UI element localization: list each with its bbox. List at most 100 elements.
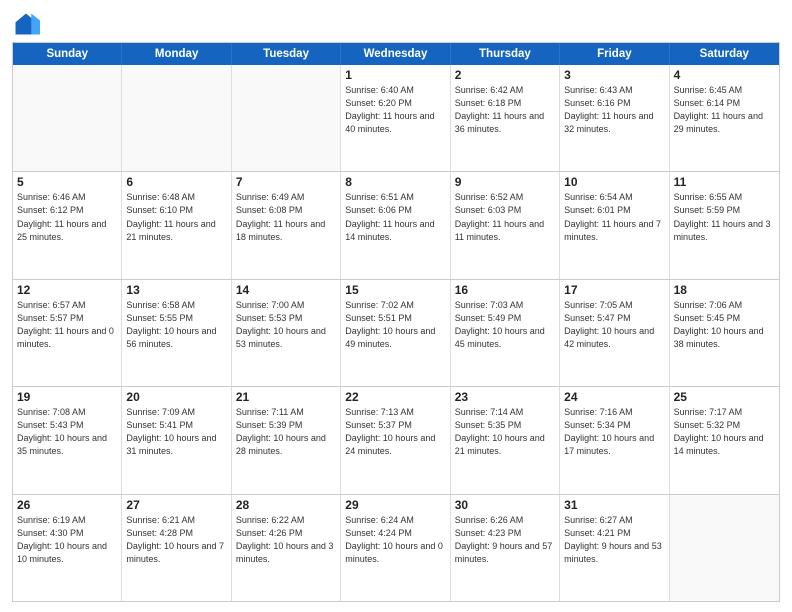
cal-week: 1 Sunrise: 6:40 AM Sunset: 6:20 PM Daylig…: [13, 65, 779, 171]
day-info: Sunrise: 6:19 AM Sunset: 4:30 PM Dayligh…: [17, 514, 117, 566]
cal-cell: 18Sunrise: 7:06 AM Sunset: 5:45 PM Dayli…: [670, 280, 779, 386]
day-number: 31: [564, 498, 664, 512]
day-number: 16: [455, 283, 555, 297]
day-info: Sunrise: 6:45 AM Sunset: 6:14 PM Dayligh…: [674, 84, 775, 136]
cal-cell: 1 Sunrise: 6:40 AM Sunset: 6:20 PM Daylig…: [341, 65, 450, 171]
cal-cell: 19 Sunrise: 7:08 AM Sunset: 5:43 PM Dayli…: [13, 387, 122, 493]
cal-cell: [122, 65, 231, 171]
calendar-header-row: SundayMondayTuesdayWednesdayThursdayFrid…: [13, 43, 779, 65]
cal-header-cell: Thursday: [451, 43, 560, 65]
cal-cell: 16 Sunrise: 7:03 AM Sunset: 5:49 PM Dayli…: [451, 280, 560, 386]
day-number: 22: [345, 390, 445, 404]
day-number: 20: [126, 390, 226, 404]
cal-cell: 25 Sunrise: 7:17 AM Sunset: 5:32 PM Dayli…: [670, 387, 779, 493]
day-info: Sunrise: 7:09 AM Sunset: 5:41 PM Dayligh…: [126, 406, 226, 458]
cal-cell: 24 Sunrise: 7:16 AM Sunset: 5:34 PM Dayli…: [560, 387, 669, 493]
cal-cell: 5Sunrise: 6:46 AM Sunset: 6:12 PM Daylig…: [13, 172, 122, 278]
cal-week: 12 Sunrise: 6:57 AM Sunset: 5:57 PM Dayli…: [13, 279, 779, 386]
cal-cell: 23 Sunrise: 7:14 AM Sunset: 5:35 PM Dayli…: [451, 387, 560, 493]
header: [12, 10, 780, 38]
day-number: 4: [674, 68, 775, 82]
cal-cell: 27 Sunrise: 6:21 AM Sunset: 4:28 PM Dayli…: [122, 495, 231, 601]
day-number: 25: [674, 390, 775, 404]
cal-week: 19 Sunrise: 7:08 AM Sunset: 5:43 PM Dayli…: [13, 386, 779, 493]
day-number: 6: [126, 175, 226, 189]
day-info: Sunrise: 6:52 AM Sunset: 6:03 PM Dayligh…: [455, 191, 555, 243]
day-number: 1: [345, 68, 445, 82]
day-number: 29: [345, 498, 445, 512]
cal-cell: 7Sunrise: 6:49 AM Sunset: 6:08 PM Daylig…: [232, 172, 341, 278]
page: SundayMondayTuesdayWednesdayThursdayFrid…: [0, 0, 792, 612]
cal-cell: 13 Sunrise: 6:58 AM Sunset: 5:55 PM Dayli…: [122, 280, 231, 386]
day-info: Sunrise: 6:48 AM Sunset: 6:10 PM Dayligh…: [126, 191, 226, 243]
day-info: Sunrise: 6:51 AM Sunset: 6:06 PM Dayligh…: [345, 191, 445, 243]
cal-cell: 8 Sunrise: 6:51 AM Sunset: 6:06 PM Daylig…: [341, 172, 450, 278]
day-number: 27: [126, 498, 226, 512]
day-number: 8: [345, 175, 445, 189]
cal-cell: 3Sunrise: 6:43 AM Sunset: 6:16 PM Daylig…: [560, 65, 669, 171]
day-number: 11: [674, 175, 775, 189]
cal-header-cell: Monday: [122, 43, 231, 65]
day-number: 3: [564, 68, 664, 82]
day-info: Sunrise: 6:46 AM Sunset: 6:12 PM Dayligh…: [17, 191, 117, 243]
cal-cell: 17 Sunrise: 7:05 AM Sunset: 5:47 PM Dayli…: [560, 280, 669, 386]
cal-cell: 14 Sunrise: 7:00 AM Sunset: 5:53 PM Dayli…: [232, 280, 341, 386]
day-number: 30: [455, 498, 555, 512]
cal-cell: 11 Sunrise: 6:55 AM Sunset: 5:59 PM Dayli…: [670, 172, 779, 278]
day-info: Sunrise: 7:00 AM Sunset: 5:53 PM Dayligh…: [236, 299, 336, 351]
cal-week: 5Sunrise: 6:46 AM Sunset: 6:12 PM Daylig…: [13, 171, 779, 278]
day-info: Sunrise: 6:49 AM Sunset: 6:08 PM Dayligh…: [236, 191, 336, 243]
day-info: Sunrise: 6:54 AM Sunset: 6:01 PM Dayligh…: [564, 191, 664, 243]
day-number: 19: [17, 390, 117, 404]
cal-cell: 9 Sunrise: 6:52 AM Sunset: 6:03 PM Daylig…: [451, 172, 560, 278]
cal-header-cell: Tuesday: [232, 43, 341, 65]
day-number: 13: [126, 283, 226, 297]
cal-cell: 22 Sunrise: 7:13 AM Sunset: 5:37 PM Dayli…: [341, 387, 450, 493]
day-info: Sunrise: 7:17 AM Sunset: 5:32 PM Dayligh…: [674, 406, 775, 458]
cal-cell: 30Sunrise: 6:26 AM Sunset: 4:23 PM Dayli…: [451, 495, 560, 601]
day-info: Sunrise: 7:11 AM Sunset: 5:39 PM Dayligh…: [236, 406, 336, 458]
day-number: 15: [345, 283, 445, 297]
cal-cell: 4 Sunrise: 6:45 AM Sunset: 6:14 PM Daylig…: [670, 65, 779, 171]
cal-cell: 31 Sunrise: 6:27 AM Sunset: 4:21 PM Dayli…: [560, 495, 669, 601]
day-number: 18: [674, 283, 775, 297]
cal-cell: [13, 65, 122, 171]
day-info: Sunrise: 6:55 AM Sunset: 5:59 PM Dayligh…: [674, 191, 775, 243]
day-info: Sunrise: 7:16 AM Sunset: 5:34 PM Dayligh…: [564, 406, 664, 458]
day-number: 28: [236, 498, 336, 512]
day-number: 21: [236, 390, 336, 404]
day-info: Sunrise: 7:14 AM Sunset: 5:35 PM Dayligh…: [455, 406, 555, 458]
day-info: Sunrise: 7:03 AM Sunset: 5:49 PM Dayligh…: [455, 299, 555, 351]
day-number: 23: [455, 390, 555, 404]
calendar-body: 1 Sunrise: 6:40 AM Sunset: 6:20 PM Daylig…: [13, 65, 779, 601]
cal-cell: 2 Sunrise: 6:42 AM Sunset: 6:18 PM Daylig…: [451, 65, 560, 171]
day-info: Sunrise: 7:02 AM Sunset: 5:51 PM Dayligh…: [345, 299, 445, 351]
cal-cell: [232, 65, 341, 171]
cal-cell: 29Sunrise: 6:24 AM Sunset: 4:24 PM Dayli…: [341, 495, 450, 601]
cal-cell: 12 Sunrise: 6:57 AM Sunset: 5:57 PM Dayli…: [13, 280, 122, 386]
cal-cell: 20 Sunrise: 7:09 AM Sunset: 5:41 PM Dayli…: [122, 387, 231, 493]
day-number: 12: [17, 283, 117, 297]
day-info: Sunrise: 6:21 AM Sunset: 4:28 PM Dayligh…: [126, 514, 226, 566]
day-number: 9: [455, 175, 555, 189]
day-number: 26: [17, 498, 117, 512]
cal-cell: 21 Sunrise: 7:11 AM Sunset: 5:39 PM Dayli…: [232, 387, 341, 493]
day-number: 24: [564, 390, 664, 404]
day-info: Sunrise: 6:27 AM Sunset: 4:21 PM Dayligh…: [564, 514, 664, 566]
cal-cell: 10Sunrise: 6:54 AM Sunset: 6:01 PM Dayli…: [560, 172, 669, 278]
day-info: Sunrise: 6:40 AM Sunset: 6:20 PM Dayligh…: [345, 84, 445, 136]
day-info: Sunrise: 7:08 AM Sunset: 5:43 PM Dayligh…: [17, 406, 117, 458]
cal-cell: 6 Sunrise: 6:48 AM Sunset: 6:10 PM Daylig…: [122, 172, 231, 278]
day-info: Sunrise: 7:13 AM Sunset: 5:37 PM Dayligh…: [345, 406, 445, 458]
day-info: Sunrise: 6:42 AM Sunset: 6:18 PM Dayligh…: [455, 84, 555, 136]
day-number: 17: [564, 283, 664, 297]
day-info: Sunrise: 6:58 AM Sunset: 5:55 PM Dayligh…: [126, 299, 226, 351]
day-info: Sunrise: 7:05 AM Sunset: 5:47 PM Dayligh…: [564, 299, 664, 351]
cal-header-cell: Friday: [560, 43, 669, 65]
cal-header-cell: Sunday: [13, 43, 122, 65]
day-number: 2: [455, 68, 555, 82]
logo-icon: [12, 10, 40, 38]
day-info: Sunrise: 6:57 AM Sunset: 5:57 PM Dayligh…: [17, 299, 117, 351]
logo: [12, 10, 44, 38]
day-number: 14: [236, 283, 336, 297]
